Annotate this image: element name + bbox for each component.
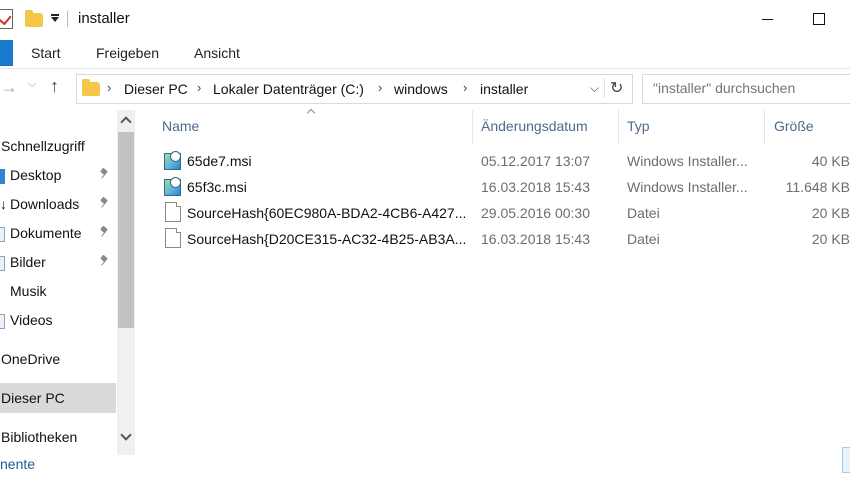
nav-item-label: Downloads	[10, 196, 80, 212]
file-tab[interactable]	[0, 40, 13, 66]
address-divider	[604, 78, 605, 98]
nav-item-musik[interactable]: Musik	[0, 277, 116, 305]
file-icon	[165, 228, 181, 248]
nav-item-label: Desktop	[10, 167, 62, 183]
view-toggle-button[interactable]	[842, 447, 850, 473]
file-name: 65f3c.msi	[187, 179, 247, 195]
nav-item-bilder[interactable]: Bilder	[0, 248, 116, 276]
new-folder-icon[interactable]	[25, 10, 43, 27]
nav-item-desktop[interactable]: Desktop	[0, 161, 116, 189]
file-date: 16.03.2018 15:43	[481, 179, 590, 195]
column-divider[interactable]	[764, 110, 765, 144]
pin-icon	[100, 227, 108, 237]
breadcrumb-chevron-icon[interactable]: ›	[463, 80, 467, 95]
scroll-down-icon[interactable]	[117, 429, 135, 447]
file-date: 16.03.2018 15:43	[481, 231, 590, 247]
msi-installer-icon	[164, 177, 181, 196]
column-header-size[interactable]: Größe	[774, 118, 814, 134]
file-date: 29.05.2016 00:30	[481, 205, 590, 221]
status-text: nente	[0, 456, 36, 472]
file-row[interactable]: 65f3c.msi 16.03.2018 15:43 Windows Insta…	[160, 174, 850, 200]
pictures-icon	[0, 256, 5, 271]
nav-item-label: Bilder	[10, 254, 46, 270]
tab-ansicht[interactable]: Ansicht	[194, 45, 240, 61]
column-header-date[interactable]: Änderungsdatum	[481, 118, 588, 134]
window-title: installer	[78, 10, 130, 27]
pin-icon	[100, 198, 108, 208]
crumb-windows[interactable]: windows	[394, 81, 448, 97]
crumb-local-disk[interactable]: Lokaler Datenträger (C:)	[213, 81, 364, 97]
nav-item-label: Schnellzugriff	[1, 138, 85, 154]
file-size: 20 KB	[811, 231, 850, 247]
file-size: 40 KB	[811, 153, 850, 169]
nav-item-schnellzugriff[interactable]: Schnellzugriff	[0, 132, 116, 160]
file-row[interactable]: SourceHash{60EC980A-BDA2-4CB6-A427... 29…	[160, 200, 850, 226]
file-type: Windows Installer...	[627, 179, 748, 195]
sort-ascending-icon	[308, 110, 316, 115]
refresh-icon[interactable]: ↻	[610, 78, 623, 98]
column-divider[interactable]	[618, 110, 619, 144]
file-size: 20 KB	[811, 205, 850, 221]
column-header-type[interactable]: Typ	[627, 118, 650, 134]
file-name: SourceHash{D20CE315-AC32-4B25-AB3A...	[187, 231, 467, 247]
file-row[interactable]: 65de7.msi 05.12.2017 13:07 Windows Insta…	[160, 148, 850, 174]
file-type: Windows Installer...	[627, 153, 748, 169]
search-box[interactable]	[642, 74, 850, 104]
breadcrumb-chevron-icon[interactable]: ›	[107, 80, 111, 95]
column-header-name[interactable]: Name	[162, 118, 199, 134]
nav-item-videos[interactable]: Videos	[0, 306, 116, 334]
msi-installer-icon	[164, 151, 181, 170]
nav-item-label: Dieser PC	[1, 390, 65, 406]
scroll-up-icon[interactable]	[117, 112, 135, 130]
crumb-dieser-pc[interactable]: Dieser PC	[124, 81, 188, 97]
tab-start[interactable]: Start	[31, 45, 61, 61]
nav-item-label: OneDrive	[1, 351, 61, 367]
file-icon	[165, 202, 181, 222]
tab-freigeben[interactable]: Freigeben	[96, 45, 159, 61]
search-input[interactable]	[653, 80, 850, 96]
downloads-arrow-icon: ↓	[0, 196, 7, 212]
nav-item-label: Videos	[10, 312, 53, 328]
address-dropdown-icon[interactable]: ⌵	[590, 81, 599, 96]
scroll-thumb[interactable]	[118, 132, 134, 328]
nav-item-dokumente[interactable]: Dokumente	[0, 219, 116, 247]
file-date: 05.12.2017 13:07	[481, 153, 590, 169]
properties-check-icon[interactable]	[0, 9, 13, 29]
file-type: Datei	[627, 205, 660, 221]
documents-icon	[0, 227, 5, 242]
nav-item-label: Musik	[10, 283, 47, 299]
videos-icon	[0, 314, 5, 329]
desktop-icon	[0, 169, 5, 184]
nav-item-dieser-pc[interactable]: Dieser PC	[0, 383, 116, 413]
crumb-installer[interactable]: installer	[480, 81, 528, 97]
navigation-pane: Schnellzugriff Desktop ↓ Downloads Dokum…	[0, 110, 116, 455]
nav-item-label: Dokumente	[10, 225, 82, 241]
pin-icon	[100, 256, 108, 266]
file-name: SourceHash{60EC980A-BDA2-4CB6-A427...	[187, 205, 467, 221]
folder-icon	[82, 79, 100, 96]
nav-item-onedrive[interactable]: OneDrive	[0, 345, 116, 373]
nav-item-downloads[interactable]: ↓ Downloads	[0, 190, 116, 218]
minimize-button[interactable]	[755, 6, 781, 32]
breadcrumb-chevron-icon[interactable]: ›	[197, 80, 201, 95]
file-size: 11.648 KB	[785, 179, 850, 195]
maximize-button[interactable]	[806, 6, 832, 32]
pin-icon	[100, 169, 108, 179]
quick-access-dropdown-icon[interactable]	[50, 14, 60, 24]
file-row[interactable]: SourceHash{D20CE315-AC32-4B25-AB3A... 16…	[160, 226, 850, 252]
nav-item-bibliotheken[interactable]: Bibliotheken	[0, 423, 116, 451]
file-name: 65de7.msi	[187, 153, 252, 169]
back-arrow-icon[interactable]: →	[0, 77, 18, 98]
nav-item-label: Bibliotheken	[1, 429, 78, 445]
recent-dropdown-icon[interactable]: ⌵	[28, 78, 36, 91]
file-type: Datei	[627, 231, 660, 247]
up-arrow-icon[interactable]: ↑	[50, 76, 59, 97]
breadcrumb-chevron-icon[interactable]: ›	[378, 80, 382, 95]
column-divider[interactable]	[472, 110, 473, 144]
title-divider	[67, 11, 68, 27]
